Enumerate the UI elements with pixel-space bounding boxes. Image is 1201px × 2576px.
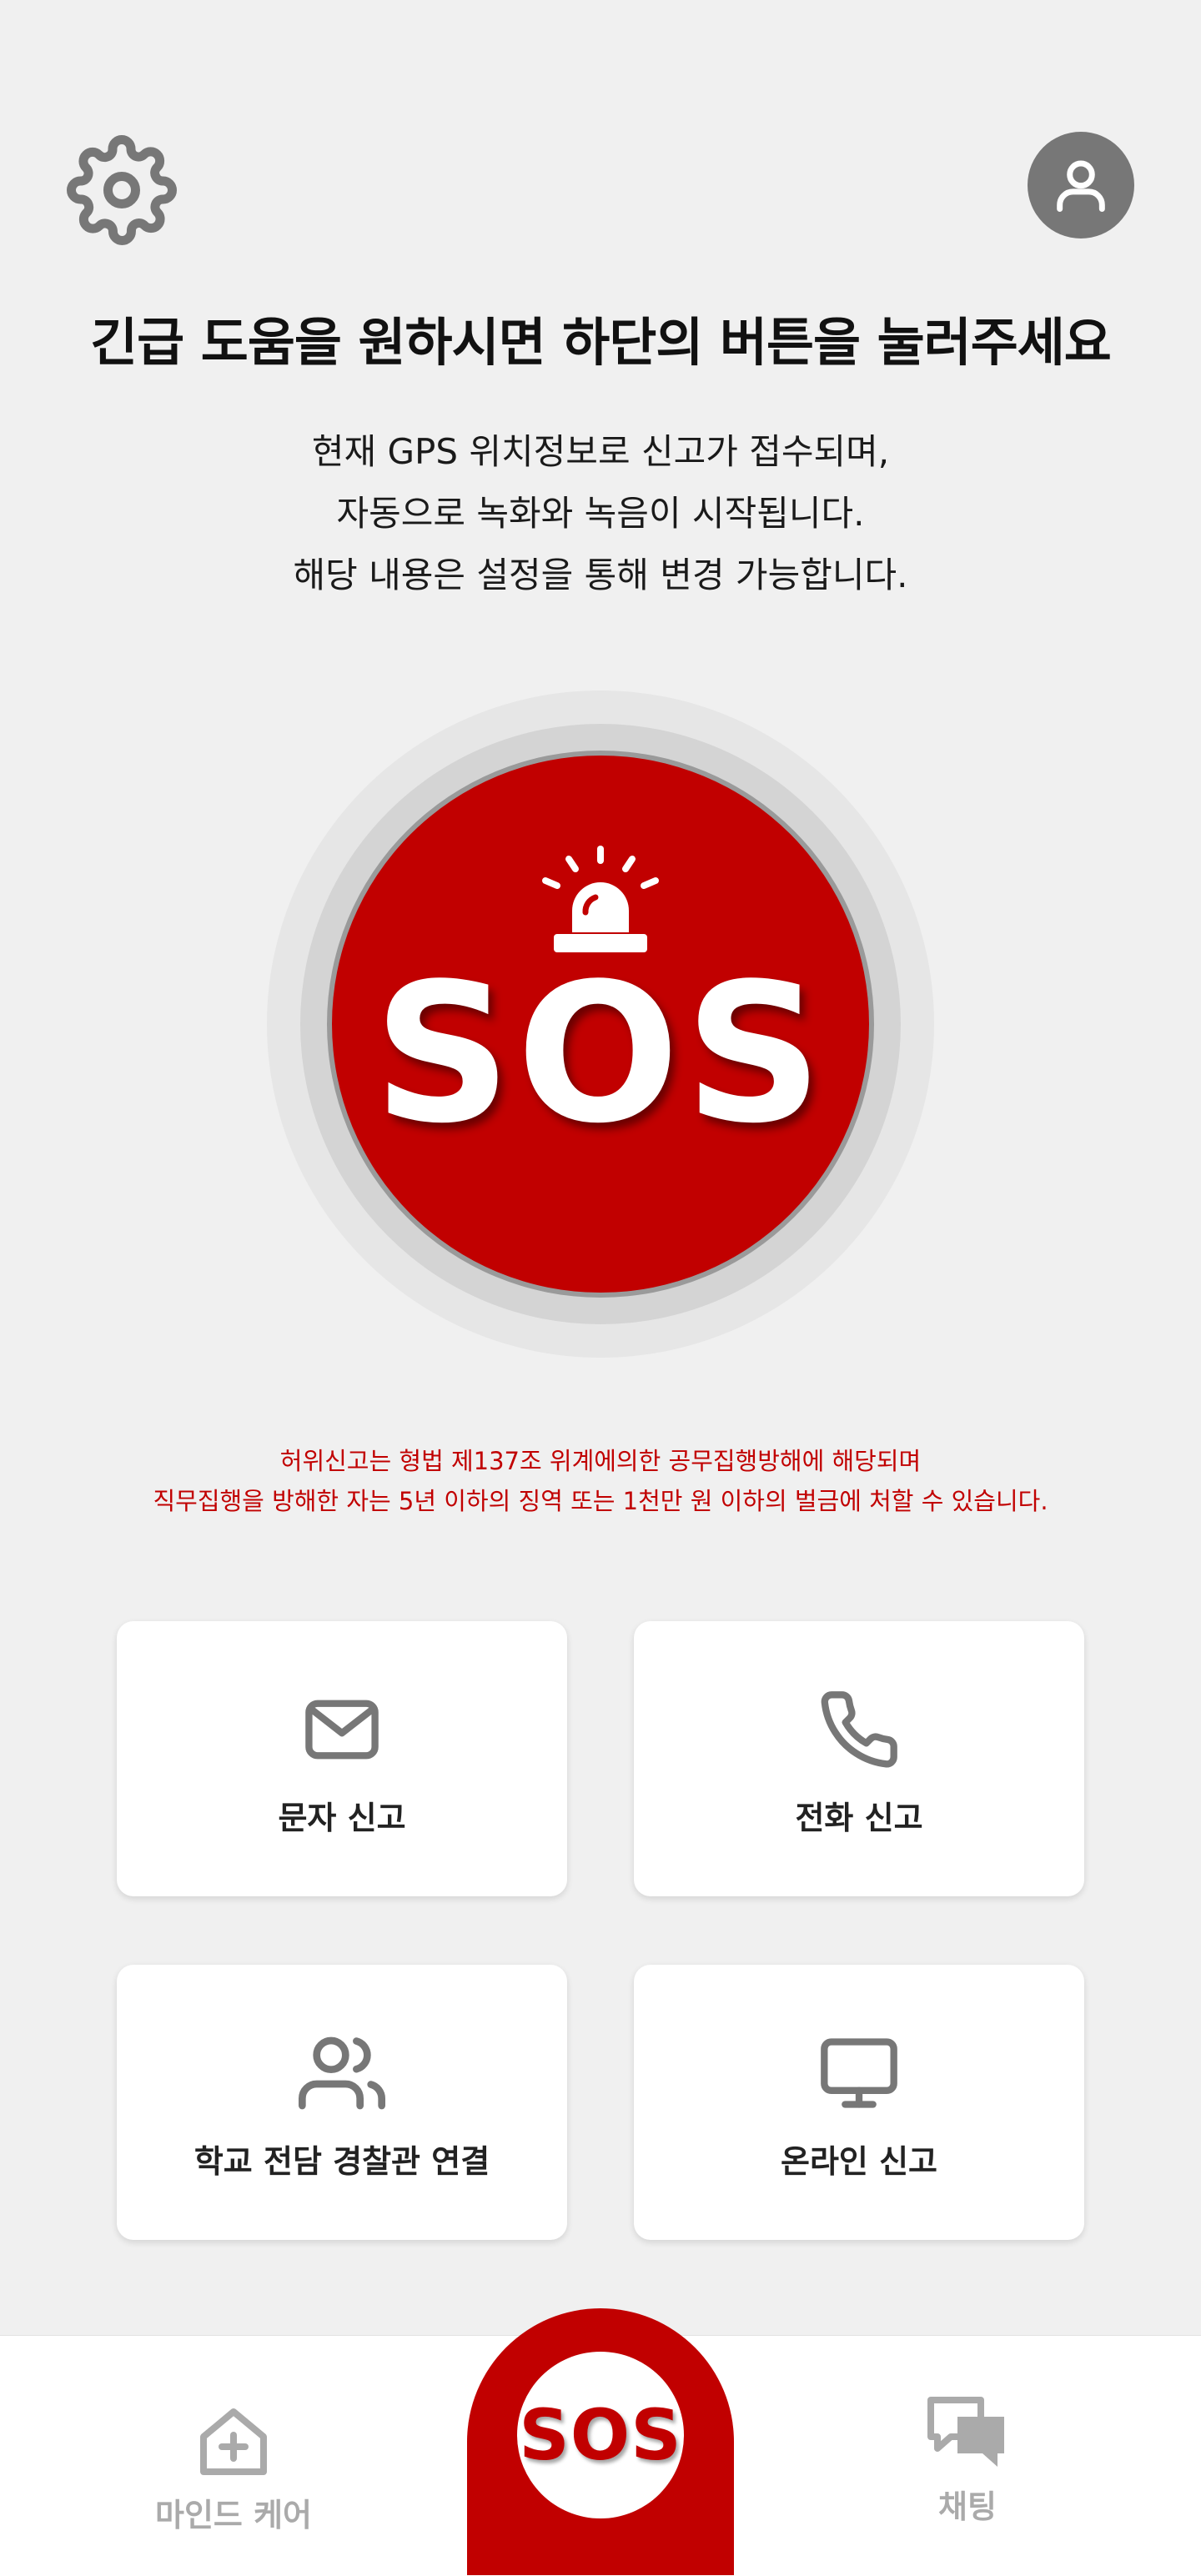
users-icon [292, 2031, 392, 2115]
nav-item-chat-label: 채팅 [938, 2488, 997, 2525]
warning-line-2: 직무집행을 방해한 자는 5년 이하의 징역 또는 1천만 원 이하의 벌금에 … [153, 1487, 1048, 1515]
settings-button[interactable] [60, 128, 183, 252]
online-report-label: 온라인 신고 [780, 2143, 938, 2180]
monitor-icon [809, 2031, 909, 2115]
siren-icon [542, 846, 659, 952]
school-police-connect-button[interactable]: 학교 전담 경찰관 연결 [117, 1965, 567, 2240]
sos-button-label: SOS [373, 943, 828, 1166]
nav-item-chat[interactable]: 채팅 [884, 2393, 1051, 2535]
warning-line-1: 허위신고는 형법 제137조 위계에의한 공무집행방해에 해당되며 [279, 1447, 922, 1475]
school-police-connect-label: 학교 전담 경찰관 연결 [193, 2143, 490, 2180]
house-plus-icon [200, 2408, 267, 2475]
sms-report-label: 문자 신고 [278, 1800, 406, 1836]
call-report-label: 전화 신고 [795, 1800, 923, 1836]
envelope-icon [292, 1688, 392, 1771]
chat-bubbles-icon [927, 2397, 1004, 2467]
false-report-warning: 허위신고는 형법 제137조 위계에의한 공무집행방해에 해당되며 직무집행을 … [0, 1441, 1201, 1521]
instructions-line-2: 자동으로 녹화와 녹음이 시작됩니다. [336, 493, 865, 534]
instructions-text: 현재 GPS 위치정보로 신고가 접수되며, 자동으로 녹화와 녹음이 시작됩니… [0, 421, 1201, 606]
nav-sos-label: SOS [519, 2394, 682, 2476]
call-report-button[interactable]: 전화 신고 [634, 1621, 1084, 1896]
phone-icon [809, 1688, 909, 1771]
nav-item-mind-care[interactable]: 마인드 케어 [133, 2402, 334, 2543]
page-title: 긴급 도움을 원하시면 하단의 버튼을 눌러주세요 [90, 312, 1112, 373]
online-report-button[interactable]: 온라인 신고 [634, 1965, 1084, 2240]
instructions-line-3: 해당 내용은 설정을 통해 변경 가능합니다. [293, 555, 908, 595]
nav-item-mind-care-label: 마인드 케어 [154, 2497, 313, 2533]
gear-icon [67, 135, 177, 245]
profile-button[interactable] [1028, 132, 1134, 239]
instructions-line-1: 현재 GPS 위치정보로 신고가 접수되며, [311, 431, 890, 472]
sms-report-button[interactable]: 문자 신고 [117, 1621, 567, 1896]
nav-sos-button[interactable]: SOS [467, 2308, 734, 2575]
nav-sos-circle: SOS [517, 2352, 684, 2518]
user-icon [1057, 160, 1105, 212]
